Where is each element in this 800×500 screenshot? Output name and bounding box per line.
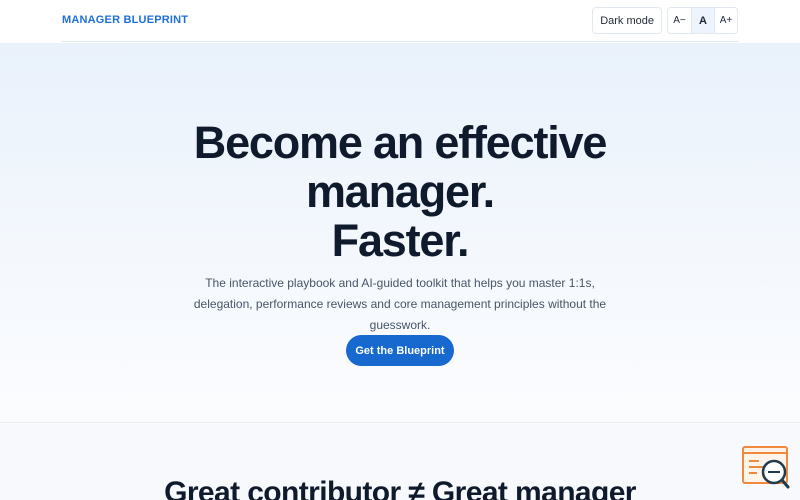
display-controls: Dark mode A− A A+	[592, 7, 738, 34]
feedback-search-icon[interactable]	[741, 445, 791, 490]
site-logo[interactable]: MANAGER BLUEPRINT	[62, 14, 188, 26]
dark-mode-button[interactable]: Dark mode	[592, 7, 662, 34]
hero-title-line-1: Become an effective	[193, 117, 608, 168]
font-size-group: A− A A+	[667, 7, 738, 34]
hero-title-line-3: Faster.	[331, 215, 470, 266]
get-blueprint-button[interactable]: Get the Blueprint	[346, 335, 454, 366]
contributor-vs-manager-section: Great contributor ≠ Great manager	[0, 424, 800, 500]
font-size-decrease-button[interactable]: A−	[668, 8, 691, 33]
landing-page: MANAGER BLUEPRINT Dark mode A− A A+ Beco…	[0, 0, 800, 500]
hero-title-line-2: manager.	[305, 166, 495, 217]
font-size-increase-button[interactable]: A+	[714, 8, 737, 33]
site-header: MANAGER BLUEPRINT Dark mode A− A A+	[0, 0, 800, 42]
hero-section: Become an effective manager. Faster. The…	[0, 43, 800, 423]
feedback-widget-graphic	[742, 446, 790, 489]
hero-subtitle: The interactive playbook and AI-guided t…	[193, 276, 607, 332]
hero-title: Become an effective manager. Faster.	[100, 118, 700, 265]
section-title: Great contributor ≠ Great manager	[164, 476, 636, 500]
header-bar: MANAGER BLUEPRINT Dark mode A− A A+	[62, 0, 738, 42]
font-size-normal-button[interactable]: A	[691, 8, 714, 33]
